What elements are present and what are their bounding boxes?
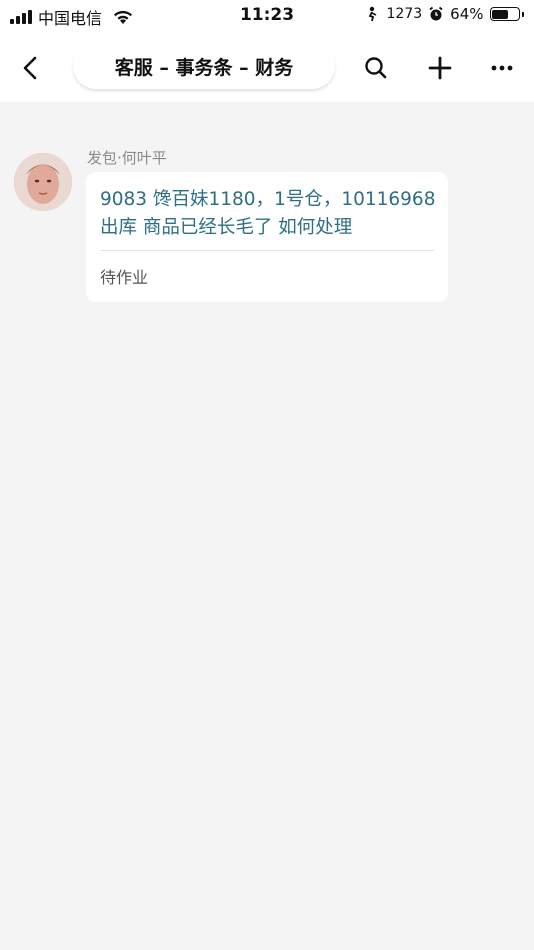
more-button[interactable] bbox=[485, 51, 519, 85]
avatar-face-icon bbox=[14, 153, 72, 211]
screen: 中国电信 11:23 1273 64% 客服 – 事务条 – 财务 发包·何叶平… bbox=[0, 0, 534, 950]
message-bubble[interactable]: 9083 馋百妹1180，1号仓，10116968 出库 商品已经长毛了 如何处… bbox=[86, 172, 448, 302]
more-dots-icon bbox=[491, 65, 513, 71]
battery-icon bbox=[489, 7, 524, 21]
message-list[interactable]: 发包·何叶平 9083 馋百妹1180，1号仓，10116968 出库 商品已经… bbox=[0, 102, 534, 950]
page-title[interactable]: 客服 – 事务条 – 财务 bbox=[73, 43, 335, 89]
status-right: 1273 64% bbox=[367, 5, 524, 23]
step-counter-icon bbox=[368, 6, 376, 22]
message-text-line2: 出库 商品已经长毛了 如何处理 bbox=[100, 217, 353, 238]
status-bar: 中国电信 11:23 1273 64% bbox=[0, 0, 534, 32]
battery-percent: 64% bbox=[450, 5, 484, 23]
task-status: 待作业 bbox=[100, 268, 149, 287]
sender-name: 发包·何叶平 bbox=[87, 149, 167, 167]
alarm-icon bbox=[429, 6, 443, 21]
nav-bar: 客服 – 事务条 – 财务 bbox=[0, 32, 534, 102]
search-icon bbox=[365, 57, 387, 79]
message-text-line1: 9083 馋百妹1180，1号仓，10116968 bbox=[100, 189, 436, 210]
search-button[interactable] bbox=[359, 51, 393, 85]
step-count: 1273 bbox=[386, 6, 423, 22]
plus-icon bbox=[428, 56, 452, 80]
avatar[interactable] bbox=[14, 153, 72, 211]
message-text: 9083 馋百妹1180，1号仓，10116968 出库 商品已经长毛了 如何处… bbox=[100, 186, 440, 242]
back-button[interactable] bbox=[14, 51, 48, 85]
add-button[interactable] bbox=[423, 51, 457, 85]
chevron-left-icon bbox=[23, 56, 37, 80]
bubble-divider bbox=[100, 250, 434, 251]
